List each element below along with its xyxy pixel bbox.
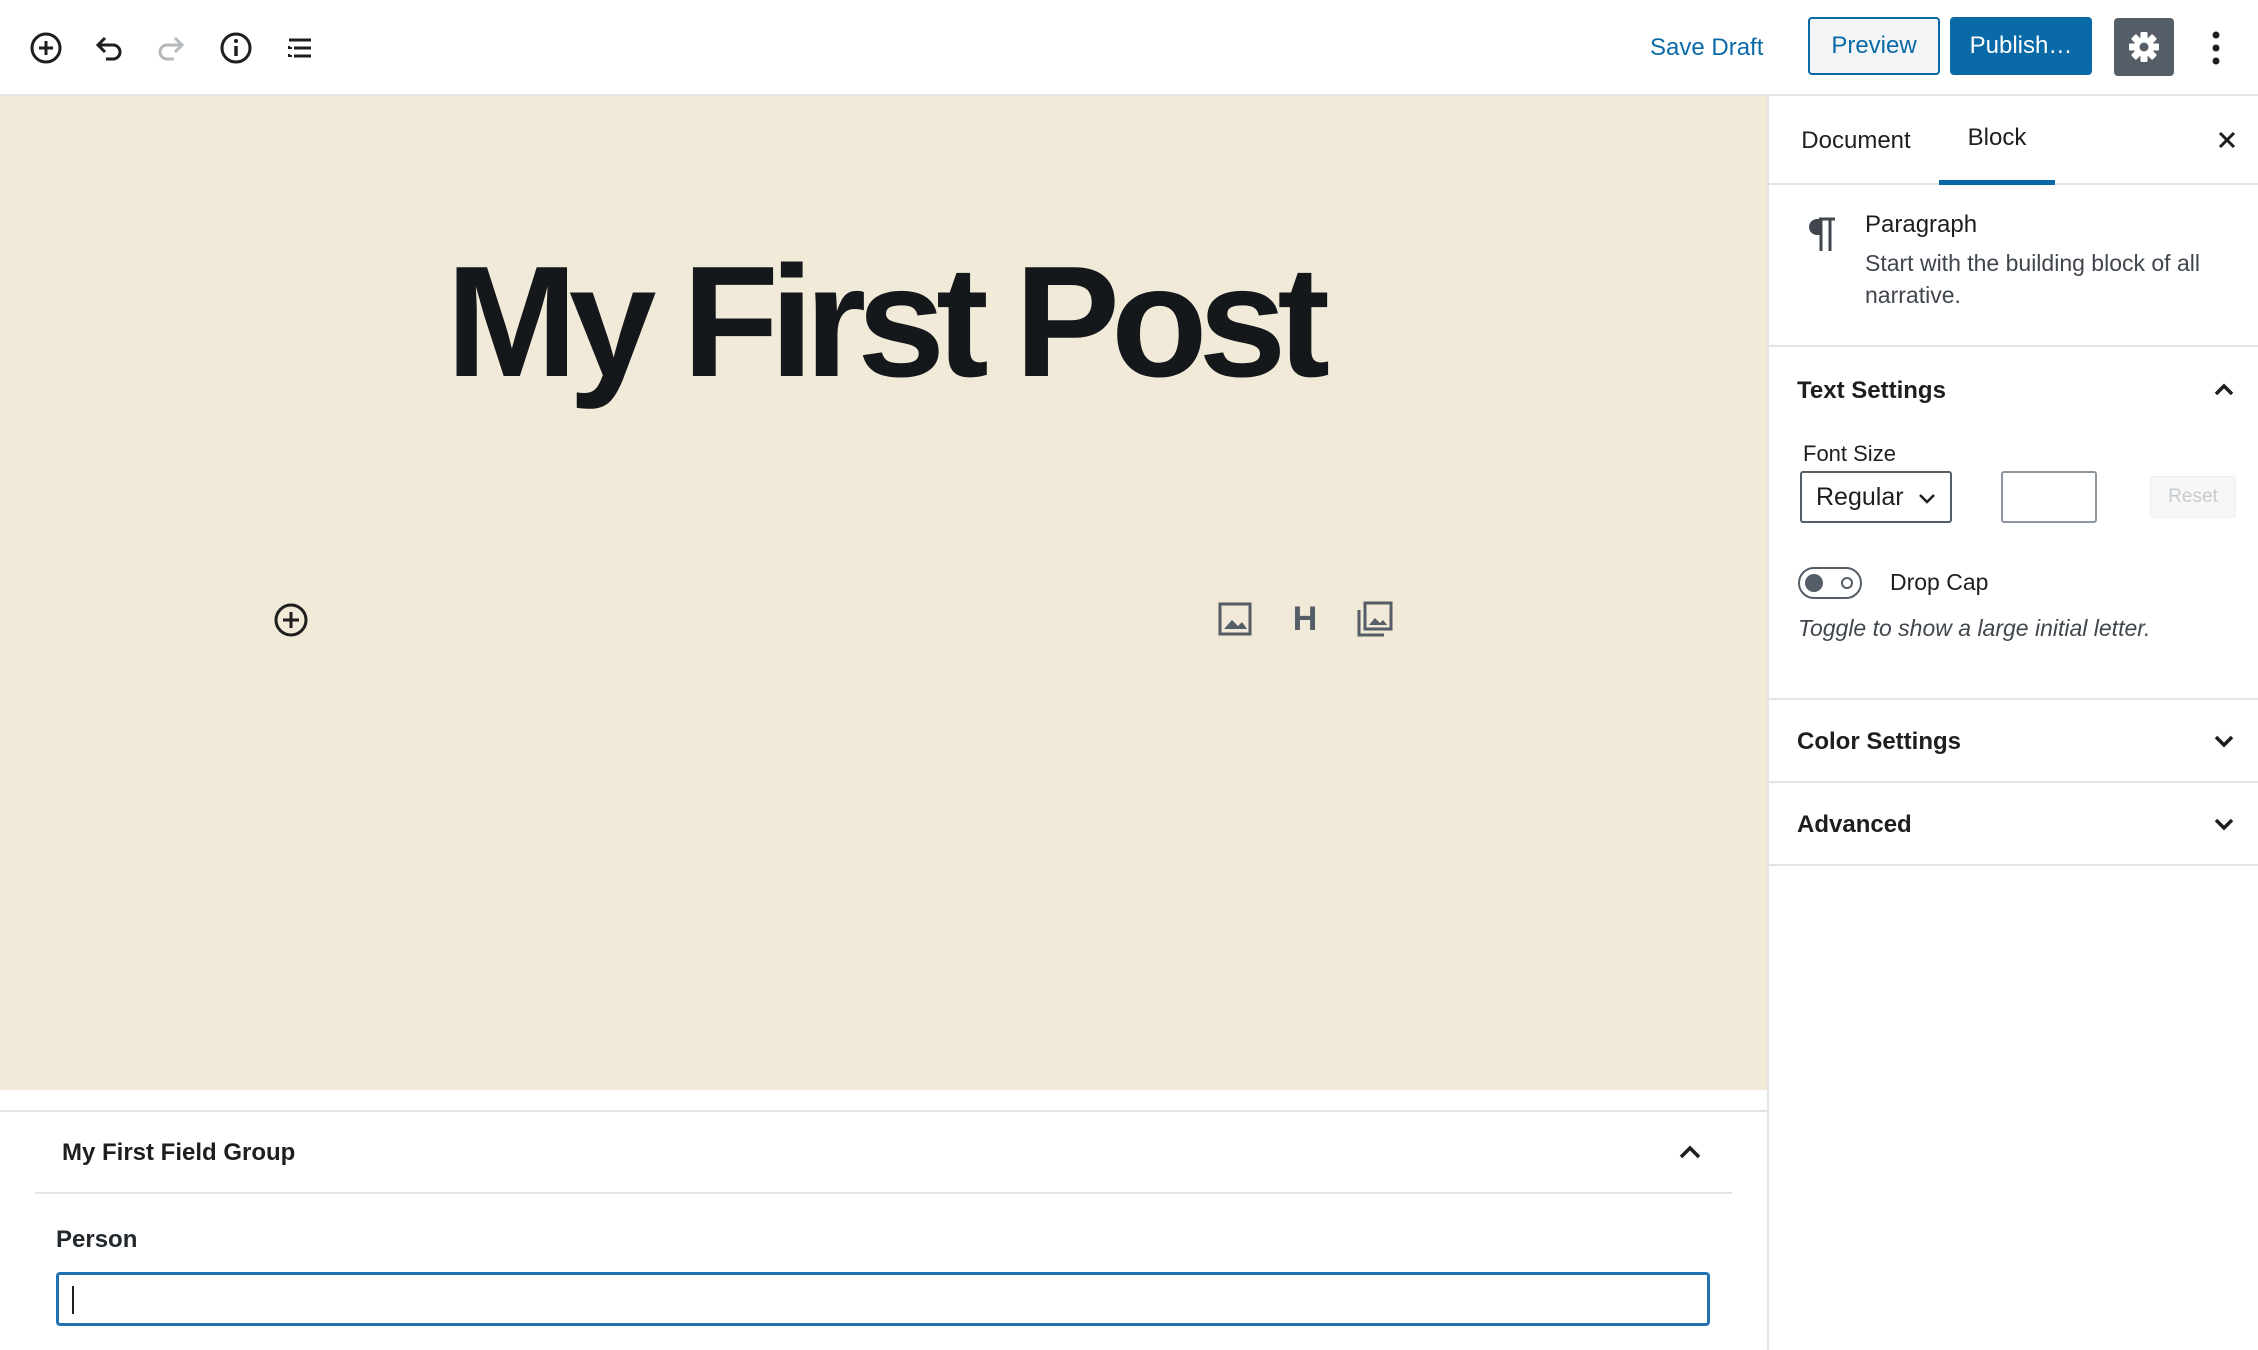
field-group-metabox: My First Field Group Person: [0, 1110, 1767, 1350]
person-input[interactable]: [56, 1272, 1710, 1326]
tab-block[interactable]: Block: [1939, 96, 2055, 185]
editor-header: Save Draft Preview Publish…: [0, 0, 2258, 96]
sidebar-tabs: Document Block: [1769, 96, 2258, 185]
more-options-icon[interactable]: [2196, 20, 2236, 76]
font-size-label: Font Size: [1803, 441, 1896, 466]
block-card: Paragraph Start with the building block …: [1769, 185, 2258, 347]
settings-sidebar: Document Block Paragraph Start with the …: [1767, 96, 2258, 1350]
add-block-icon[interactable]: [271, 600, 311, 640]
preview-button[interactable]: Preview: [1808, 17, 1940, 75]
tab-document[interactable]: Document: [1781, 96, 1931, 185]
chevron-down-icon[interactable]: [2209, 809, 2239, 839]
color-settings-title[interactable]: Color Settings: [1797, 728, 1961, 756]
chevron-up-icon[interactable]: [1672, 1134, 1708, 1170]
chevron-down-icon[interactable]: [2209, 726, 2239, 756]
custom-font-size-input[interactable]: [2001, 471, 2097, 523]
color-settings-panel[interactable]: Color Settings: [1769, 700, 2258, 783]
chevron-up-icon[interactable]: [2209, 375, 2239, 405]
redo-icon[interactable]: [148, 24, 196, 72]
drop-cap-label[interactable]: Drop Cap: [1890, 569, 1988, 596]
toggle-off-indicator: [1841, 577, 1853, 589]
undo-icon[interactable]: [84, 24, 132, 72]
block-card-title: Paragraph: [1865, 211, 1978, 238]
publish-button[interactable]: Publish…: [1950, 17, 2092, 75]
toggle-knob: [1805, 574, 1823, 592]
close-icon[interactable]: [2209, 122, 2245, 158]
advanced-panel[interactable]: Advanced: [1769, 783, 2258, 866]
heading-icon[interactable]: H: [1282, 596, 1328, 642]
drop-cap-help: Toggle to show a large initial letter.: [1798, 615, 2151, 641]
advanced-title[interactable]: Advanced: [1797, 811, 1912, 839]
save-draft-button[interactable]: Save Draft: [1640, 20, 1773, 76]
chevron-down-icon: [1919, 494, 1935, 504]
info-icon[interactable]: [212, 24, 260, 72]
metabox-title: My First Field Group: [62, 1139, 296, 1166]
font-size-value: Regular: [1816, 482, 1904, 511]
person-field-label: Person: [56, 1226, 138, 1253]
drop-cap-toggle[interactable]: [1798, 567, 1862, 599]
editor-canvas[interactable]: My First Post H: [0, 96, 1767, 1090]
image-icon[interactable]: [1212, 596, 1258, 642]
block-navigation-icon[interactable]: [276, 24, 324, 72]
heading-glyph: H: [1292, 599, 1318, 638]
reset-font-size-button[interactable]: Reset: [2150, 476, 2236, 518]
gear-icon: [2129, 32, 2159, 62]
text-settings-panel: Text Settings Font Size Regular Reset Dr…: [1769, 347, 2258, 700]
metabox-header[interactable]: My First Field Group: [35, 1112, 1732, 1194]
block-card-description: Start with the building block of all nar…: [1865, 250, 2200, 308]
paragraph-icon: [1803, 215, 1839, 255]
font-size-select[interactable]: Regular: [1800, 471, 1952, 523]
text-caret: [72, 1286, 74, 1314]
post-title[interactable]: My First Post: [0, 232, 1767, 412]
text-settings-title[interactable]: Text Settings: [1797, 377, 1946, 405]
settings-button[interactable]: [2114, 18, 2174, 76]
add-block-icon[interactable]: [22, 24, 70, 72]
gallery-icon[interactable]: [1352, 596, 1398, 642]
